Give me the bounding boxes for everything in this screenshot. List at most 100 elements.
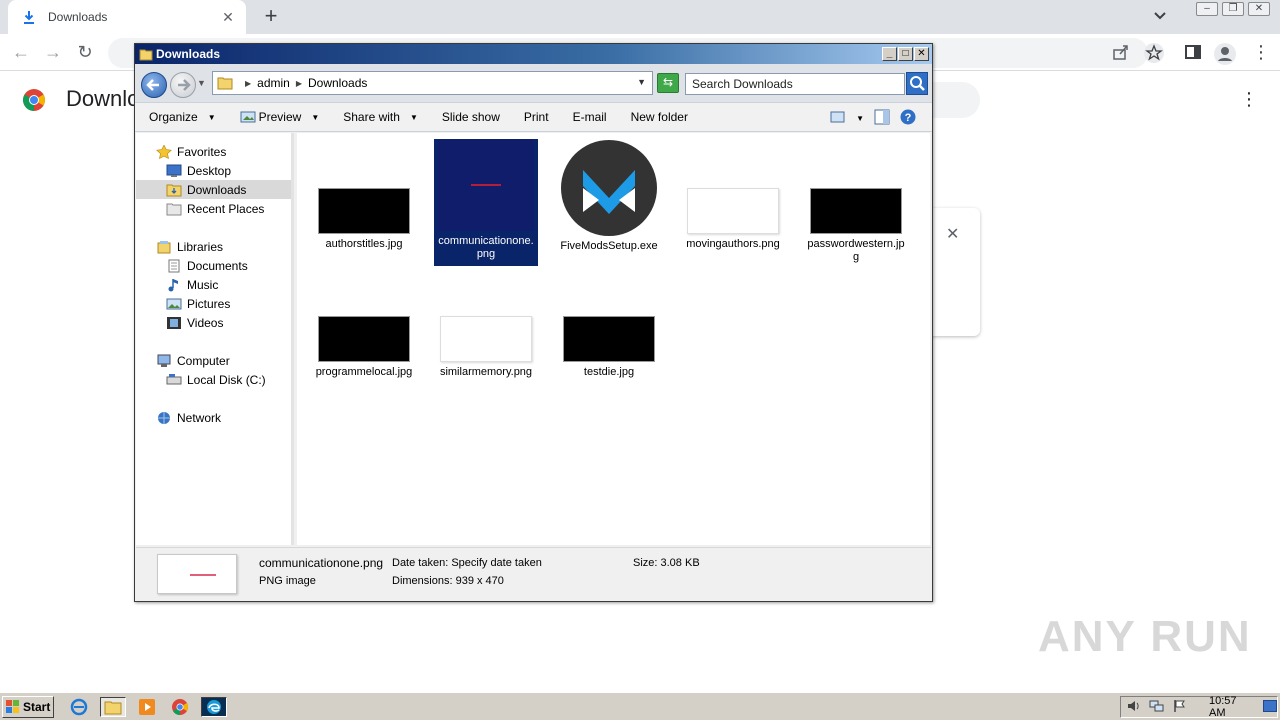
bookmark-star-icon[interactable] <box>1144 43 1164 63</box>
nav-libraries[interactable]: Libraries <box>156 237 223 256</box>
anyrun-watermark: ANY RUN <box>1038 612 1252 661</box>
close-button[interactable]: ✕ <box>1248 2 1270 16</box>
explorer-minimize-button[interactable]: _ <box>882 47 897 61</box>
breadcrumb-arrow-icon[interactable]: ▶ <box>245 79 251 88</box>
explorer-maximize-button[interactable]: □ <box>898 47 913 61</box>
back-button[interactable] <box>141 72 167 98</box>
nav-pictures[interactable]: Pictures <box>166 294 230 313</box>
share-with-button[interactable]: Share with ▼ <box>343 110 418 124</box>
nav-recent-places[interactable]: Recent Places <box>166 199 264 218</box>
windows-logo-icon <box>6 700 20 714</box>
file-item[interactable]: testdie.jpg <box>557 316 661 379</box>
image-thumbnail <box>318 188 410 234</box>
volume-icon[interactable] <box>1127 699 1141 716</box>
reload-icon[interactable]: ↻ <box>74 42 96 64</box>
tab-downloads[interactable]: Downloads ✕ <box>8 0 246 34</box>
search-input[interactable]: Search Downloads <box>685 73 905 95</box>
start-button[interactable]: Start <box>2 696 54 718</box>
nav-downloads-label: Downloads <box>187 182 247 197</box>
tab-close-icon[interactable]: ✕ <box>220 9 236 26</box>
email-button[interactable]: E-mail <box>573 110 607 124</box>
file-item[interactable]: authorstitles.jpg <box>312 188 416 251</box>
show-desktop-icon[interactable] <box>1263 699 1277 715</box>
forward-button[interactable] <box>170 72 196 98</box>
email-label: E-mail <box>572 110 607 124</box>
internet-explorer-icon[interactable] <box>66 697 92 717</box>
file-item[interactable]: FiveModsSetup.exe <box>557 140 661 253</box>
breadcrumb[interactable]: ▶ admin ▶ Downloads ▼ <box>212 71 653 95</box>
breadcrumb-arrow-icon[interactable]: ▶ <box>296 79 302 88</box>
nav-documents[interactable]: Documents <box>166 256 248 275</box>
nav-network-label: Network <box>177 410 222 425</box>
breadcrumb-admin[interactable]: admin <box>257 76 290 90</box>
back-arrow-icon[interactable]: ← <box>10 42 32 64</box>
chevron-down-icon: ▼ <box>207 112 216 122</box>
clock[interactable]: 10:57 AM <box>1209 695 1255 719</box>
search-icon[interactable] <box>906 72 928 95</box>
address-dropdown-icon[interactable]: ▼ <box>637 77 646 87</box>
restore-button[interactable]: ❐ <box>1222 2 1244 16</box>
tab-search-chevron-icon[interactable] <box>1153 8 1169 24</box>
chrome-taskbar-icon[interactable] <box>167 697 193 717</box>
command-bar: Organize ▼ Preview ▼ Share with ▼ Slide … <box>135 102 932 132</box>
svg-text:?: ? <box>905 112 912 124</box>
new-folder-label: New folder <box>630 110 688 124</box>
print-button[interactable]: Print <box>524 110 549 124</box>
fivemods-app-icon <box>561 140 657 236</box>
change-view-icon[interactable] <box>830 110 846 127</box>
new-tab-button[interactable]: + <box>260 5 282 27</box>
card-close-icon[interactable]: ✕ <box>946 224 959 244</box>
file-item[interactable]: programmelocal.jpg <box>312 316 416 379</box>
preview-button[interactable]: Preview ▼ <box>240 110 319 124</box>
nav-network[interactable]: Network <box>156 408 221 427</box>
nav-favorites[interactable]: Favorites <box>156 142 226 161</box>
details-filename: communicationone.png <box>259 556 384 570</box>
preview-icon <box>240 110 256 124</box>
file-item[interactable]: passwordwestern.jpg <box>804 188 908 264</box>
profile-avatar-icon[interactable] <box>1214 43 1236 65</box>
nav-computer-label: Computer <box>177 353 230 368</box>
breadcrumb-downloads[interactable]: Downloads <box>308 76 367 90</box>
drive-icon <box>166 373 182 387</box>
details-pane: communicationone.png PNG image Date take… <box>136 547 931 601</box>
minimize-button[interactable]: – <box>1196 2 1218 16</box>
details-date-taken[interactable]: Date taken: Specify date taken <box>392 557 542 569</box>
explorer-titlebar[interactable]: Downloads _ □ ✕ <box>135 44 932 64</box>
view-dropdown-icon[interactable]: ▼ <box>856 114 864 123</box>
action-center-flag-icon[interactable] <box>1173 699 1187 716</box>
new-folder-button[interactable]: New folder <box>631 110 688 124</box>
network-tray-icon[interactable] <box>1149 699 1165 716</box>
file-name: similarmemory.png <box>439 366 533 378</box>
forward-arrow-icon[interactable]: → <box>42 42 64 64</box>
explorer-taskbar-icon[interactable] <box>100 697 126 717</box>
nav-videos[interactable]: Videos <box>166 313 223 332</box>
media-player-icon[interactable] <box>134 697 160 717</box>
start-label: Start <box>23 700 51 714</box>
preview-pane-icon[interactable] <box>874 109 890 128</box>
nav-pictures-label: Pictures <box>187 296 231 311</box>
nav-local-disk[interactable]: Local Disk (C:) <box>166 370 266 389</box>
explorer-close-button[interactable]: ✕ <box>914 47 929 61</box>
file-item[interactable]: similarmemory.png <box>434 316 538 379</box>
history-dropdown-icon[interactable]: ▼ <box>197 78 206 88</box>
nav-computer[interactable]: Computer <box>156 351 230 370</box>
nav-local-disk-label: Local Disk (C:) <box>187 372 266 387</box>
refresh-button[interactable]: ⇆ <box>657 73 679 93</box>
nav-downloads[interactable]: Downloads <box>136 180 291 199</box>
file-item[interactable]: movingauthors.png <box>681 188 785 251</box>
music-icon <box>166 278 182 292</box>
share-icon[interactable] <box>1112 43 1132 63</box>
page-menu-icon[interactable]: ⋮ <box>1240 88 1258 112</box>
explorer-window: Downloads _ □ ✕ ▼ ▶ admin ▶ Downloads ▼ … <box>134 43 933 602</box>
browser-window-controls: – ❐ ✕ <box>1196 2 1270 16</box>
side-panel-icon[interactable] <box>1184 43 1204 63</box>
nav-music[interactable]: Music <box>166 275 218 294</box>
help-icon[interactable]: ? <box>900 109 916 128</box>
organize-button[interactable]: Organize ▼ <box>149 110 216 124</box>
chrome-menu-icon[interactable]: ⋮ <box>1252 43 1272 63</box>
edge-taskbar-icon[interactable] <box>201 697 227 717</box>
slide-show-button[interactable]: Slide show <box>442 110 500 124</box>
nav-desktop[interactable]: Desktop <box>166 161 231 180</box>
file-item-selected[interactable]: communicationone.png <box>434 139 538 266</box>
details-size: Size: 3.08 KB <box>633 557 700 569</box>
